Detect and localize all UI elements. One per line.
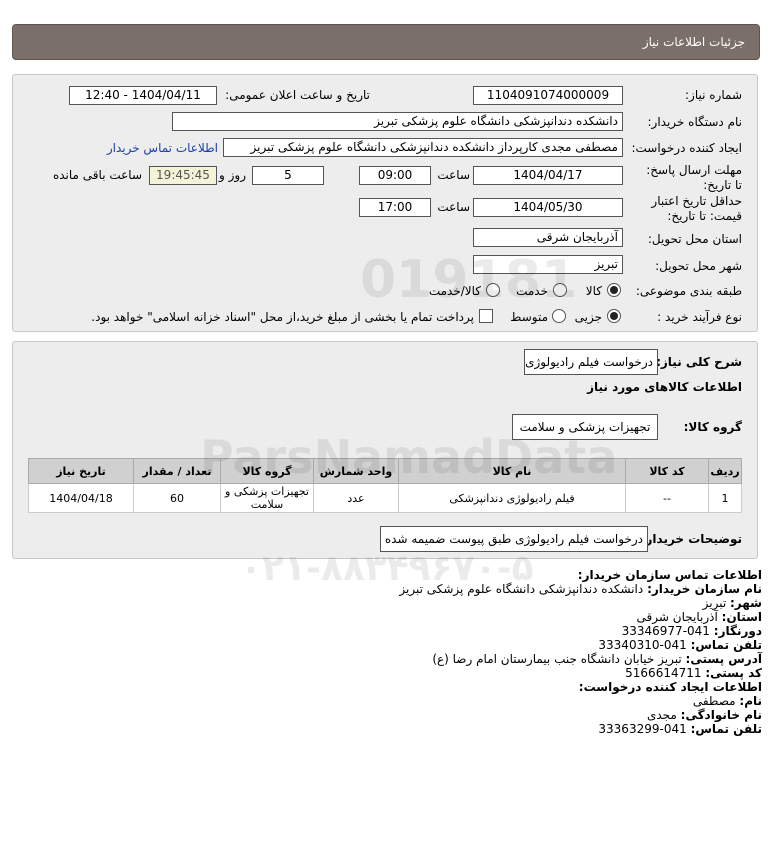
contact-address-value: تبریز خیابان دانشگاه جنب بیمارستان امام … — [432, 652, 682, 666]
validity-time-field[interactable]: 17:00 — [359, 198, 431, 217]
contact-postal-value: 5166614711 — [625, 666, 702, 680]
contact-phone-value: 041-33340310 — [598, 638, 687, 652]
contact-postal-row: کد پستی: 5166614711 — [625, 666, 762, 680]
col-name: نام کالا — [398, 458, 626, 484]
creator-first-name-value: مصطفی — [692, 694, 736, 708]
goods-table-header: ردیف کد کالا نام کالا واحد شمارش گروه کا… — [28, 458, 742, 484]
creator-phone-value: 041-33363299 — [598, 722, 687, 736]
cell-unit: عدد — [313, 483, 399, 513]
category-option-goods-service: کالا/خدمت — [428, 284, 481, 298]
cell-row: 1 — [708, 483, 742, 513]
creator-label: ایجاد کننده درخواست: — [631, 141, 742, 155]
need-number-label: شماره نیاز: — [685, 88, 742, 102]
need-description-label: شرح کلی نیاز: — [656, 355, 742, 369]
process-radio-minor[interactable] — [607, 309, 621, 323]
contact-postal-label: کد پستی: — [705, 666, 762, 680]
contact-city-label: شهر: — [730, 596, 762, 610]
category-radio-service[interactable] — [553, 283, 567, 297]
contact-fax-row: دورنگار: 041-33346977 — [622, 624, 762, 638]
buyer-notes-field[interactable]: درخواست فیلم رادیولوژی طبق پیوست ضمیمه ش… — [380, 526, 648, 552]
creator-last-name-value: مجدی — [646, 708, 677, 722]
treasury-payment-note: پرداخت تمام یا بخشی از مبلغ خرید،از محل … — [91, 310, 474, 324]
province-label: استان محل تحویل: — [647, 232, 742, 246]
cell-date: 1404/04/18 — [28, 483, 134, 513]
contact-title: اطلاعات تماس سازمان خریدار: — [577, 568, 762, 582]
creator-phone-row: تلفن تماس: 041-33363299 — [598, 722, 762, 736]
creator-phone-label: تلفن تماس: — [690, 722, 762, 736]
table-row[interactable]: 1 -- فیلم رادیولوژی دندانپزشکی عدد تجهیز… — [28, 483, 742, 513]
goods-group-label: گروه کالا: — [683, 420, 742, 434]
days-label: روز و — [219, 168, 246, 182]
deadline-label: مهلت ارسال پاسخ: تا تاریخ: — [646, 163, 742, 192]
process-option-medium: متوسط — [510, 310, 548, 324]
announce-datetime-field[interactable]: 1404/04/11 - 12:40 — [69, 86, 217, 105]
col-row: ردیف — [708, 458, 742, 484]
col-quantity: تعداد / مقدار — [133, 458, 221, 484]
remaining-time-field: 19:45:45 — [149, 166, 217, 185]
need-description-field[interactable]: درخواست فیلم رادیولوژی — [524, 349, 658, 375]
days-field[interactable]: 5 — [252, 166, 324, 185]
contact-province-value: آذربایجان شرقی — [636, 610, 718, 624]
contact-org-row: نام سازمان خریدار: دانشکده دندانپزشکی دا… — [399, 582, 762, 596]
cell-name: فیلم رادیولوژی دندانپزشکی — [398, 483, 626, 513]
validity-time-label: ساعت — [437, 200, 470, 214]
contact-province-row: استان: آذربایجان شرقی — [637, 610, 762, 624]
col-group: گروه کالا — [220, 458, 314, 484]
contact-fax-label: دورنگار: — [713, 624, 762, 638]
process-option-minor: جزیی — [574, 310, 602, 324]
category-option-goods: کالا — [585, 284, 602, 298]
contact-phone-label: تلفن تماس: — [690, 638, 762, 652]
buyer-notes-label: توضیحات خریدار: — [640, 532, 742, 546]
category-radio-goods[interactable] — [607, 283, 621, 297]
buyer-org-label: نام دستگاه خریدار: — [647, 115, 743, 129]
buyer-org-field[interactable]: دانشکده دندانپزشکی دانشگاه علوم پزشکی تب… — [172, 112, 623, 131]
category-radio-goods-service[interactable] — [486, 283, 500, 297]
cell-group: تجهیزات پزشکی و سلامت — [220, 483, 314, 513]
col-unit: واحد شمارش — [313, 458, 399, 484]
goods-info-title: اطلاعات کالاهای مورد نیاز — [587, 380, 742, 394]
col-date: تاریخ نیاز — [28, 458, 134, 484]
contact-phone-row: تلفن تماس: 041-33340310 — [598, 638, 762, 652]
process-label: نوع فرآیند خرید : — [657, 310, 742, 324]
contact-org-label: نام سازمان خریدار: — [647, 582, 762, 596]
deadline-date-field[interactable]: 1404/04/17 — [473, 166, 623, 185]
category-label: طبقه بندی موضوعی: — [635, 284, 742, 298]
validity-label: حداقل تاریخ اعتبار قیمت: تا تاریخ: — [651, 194, 742, 223]
need-number-field[interactable]: 1104091074000009 — [473, 86, 623, 105]
creator-info-title: اطلاعات ایجاد کننده درخواست: — [578, 680, 762, 694]
announce-label: تاریخ و ساعت اعلان عمومی: — [225, 88, 370, 102]
contact-fax-value: 041-33346977 — [621, 624, 710, 638]
province-field[interactable]: آذربایجان شرقی — [473, 228, 623, 247]
contact-address-label: آدرس پستی: — [685, 652, 762, 666]
validity-date-field[interactable]: 1404/05/30 — [473, 198, 623, 217]
cell-code: -- — [625, 483, 709, 513]
city-label: شهر محل تحویل: — [655, 259, 742, 273]
category-option-service: خدمت — [516, 284, 548, 298]
creator-first-name-row: نام: مصطفی — [693, 694, 762, 708]
page-title: جزئیات اطلاعات نیاز — [642, 35, 745, 49]
deadline-time-label: ساعت — [437, 168, 470, 182]
creator-field[interactable]: مصطفی مجدی کارپرداز دانشکده دندانپزشکی د… — [223, 138, 623, 157]
contact-province-label: استان: — [721, 610, 762, 624]
cell-quantity: 60 — [133, 483, 221, 513]
goods-table: ردیف کد کالا نام کالا واحد شمارش گروه کا… — [28, 458, 742, 513]
creator-last-name-label: نام خانوادگی: — [680, 708, 762, 722]
contact-city-row: شهر: تبریز — [703, 596, 762, 610]
city-field[interactable]: تبریز — [473, 255, 623, 274]
creator-last-name-row: نام خانوادگی: مجدی — [647, 708, 762, 722]
remaining-time-label: ساعت باقی مانده — [52, 168, 142, 182]
contact-org-value: دانشکده دندانپزشکی دانشگاه علوم پزشکی تب… — [399, 582, 644, 596]
contact-city-value: تبریز — [702, 596, 727, 610]
process-radio-medium[interactable] — [552, 309, 566, 323]
deadline-time-field[interactable]: 09:00 — [359, 166, 431, 185]
treasury-payment-checkbox[interactable] — [479, 309, 493, 323]
creator-first-name-label: نام: — [739, 694, 762, 708]
col-code: کد کالا — [625, 458, 709, 484]
page-header: جزئیات اطلاعات نیاز — [12, 24, 760, 60]
goods-group-field[interactable]: تجهیزات پزشکی و سلامت — [512, 414, 658, 440]
contact-address-row: آدرس پستی: تبریز خیابان دانشگاه جنب بیما… — [432, 652, 762, 666]
buyer-contact-link[interactable]: اطلاعات تماس خریدار — [107, 141, 218, 155]
